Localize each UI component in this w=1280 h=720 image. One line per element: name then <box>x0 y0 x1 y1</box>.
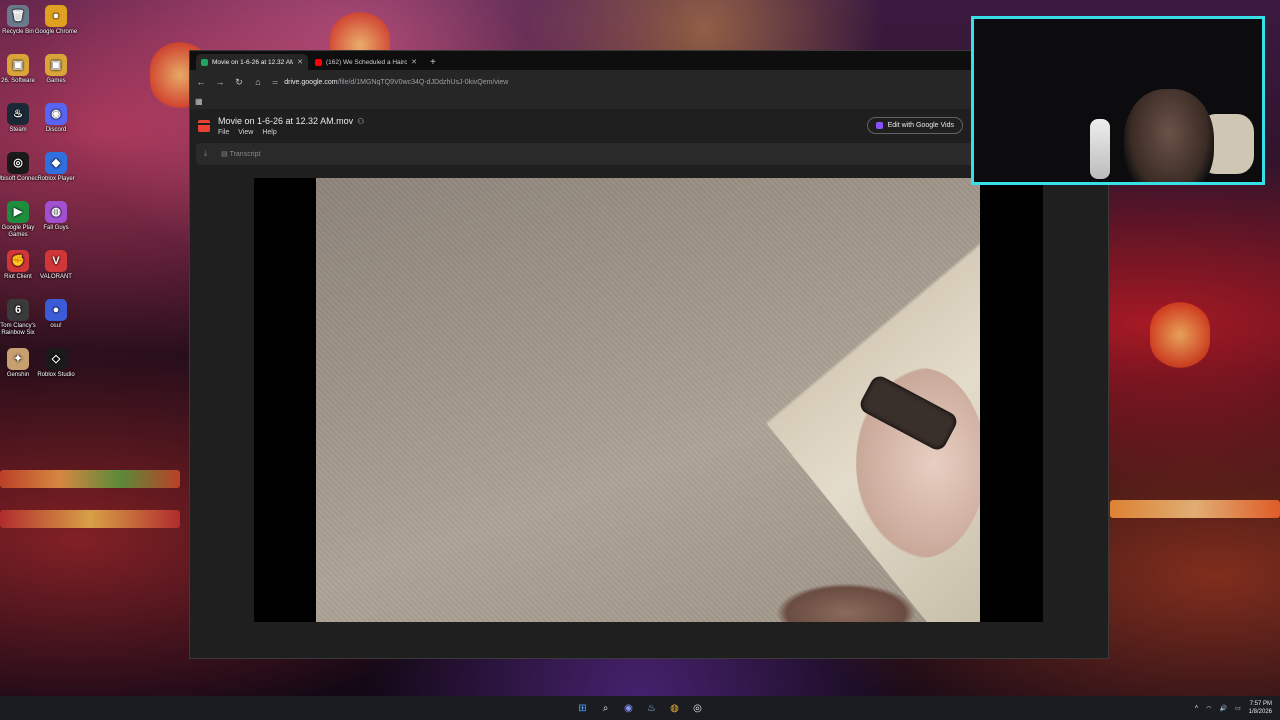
wallpaper-fruit-stand <box>0 510 180 528</box>
steam-icon[interactable]: ♨ <box>645 702 658 715</box>
chrome-icon[interactable]: ◍ <box>668 702 681 715</box>
genshin-icon: ✦ <box>7 348 29 370</box>
webcam-overlay <box>971 16 1265 185</box>
desktop-icon-label: Fall Guys <box>43 225 69 231</box>
site-info-icon[interactable]: ⚌ <box>272 78 278 86</box>
valorant-icon: V <box>45 250 67 272</box>
recycle-bin-icon: 🗑 <box>7 5 29 27</box>
discord-icon: ◉ <box>45 103 67 125</box>
fall-guys-icon: ◍ <box>45 201 67 223</box>
taskbar-apps: ⊞ ⌕ ◉ ♨ ◍ ◎ <box>576 702 704 715</box>
taskbar: ⊞ ⌕ ◉ ♨ ◍ ◎ ˄ ◠ 🔊 ▭ 7:57 PM 1/8/2026 <box>0 696 1280 720</box>
menu-view[interactable]: View <box>238 129 253 136</box>
desktop-icon-roblox-studio[interactable]: ◇ Roblox Studio <box>34 348 78 379</box>
menu-help[interactable]: Help <box>262 129 276 136</box>
steam-icon: ♨ <box>7 103 29 125</box>
desktop-icon-label: Roblox Studio <box>37 372 75 378</box>
streamer <box>1124 89 1214 182</box>
system-tray: ˄ ◠ 🔊 ▭ 7:57 PM 1/8/2026 <box>1195 696 1272 720</box>
file-menu-bar: File View Help <box>218 129 364 136</box>
edit-with-vids-button[interactable]: Edit with Google Vids <box>866 117 963 134</box>
reload-button[interactable]: ↻ <box>234 77 244 88</box>
wallpaper-fruit-stand <box>0 470 180 488</box>
drive-favicon-icon <box>201 58 208 66</box>
tab-drive-movie[interactable]: Movie on 1-6-26 at 12.32 AM.m ✕ <box>196 54 308 70</box>
obs-icon[interactable]: ◎ <box>691 702 704 715</box>
back-button[interactable]: ← <box>196 77 206 87</box>
wallpaper-lights <box>1110 500 1280 518</box>
url-field[interactable]: ⚌ drive.google.com/file/d/1MGNqTQ9V0wc34… <box>272 78 509 87</box>
osu-icon: ● <box>45 299 67 321</box>
google-vids-icon <box>875 122 883 129</box>
new-tab-button[interactable]: + <box>424 57 442 70</box>
google-play-games-icon: ▶ <box>7 201 29 223</box>
download-icon[interactable]: ⤓ <box>204 150 207 158</box>
home-button[interactable]: ⌂ <box>253 77 263 87</box>
url-path: /file/d/1MGNqTQ9V0wc34Q-dJDdzhUsJ-0kivQe… <box>337 78 509 86</box>
tab-title: Movie on 1-6-26 at 12.32 AM.m <box>212 58 293 66</box>
close-icon[interactable]: ✕ <box>297 58 303 66</box>
youtube-favicon-icon <box>315 58 322 66</box>
battery-icon[interactable]: ▭ <box>1235 705 1241 712</box>
tab-youtube[interactable]: (162) We Scheduled a Haircut W ✕ <box>310 54 422 70</box>
file-title: Movie on 1-6-26 at 12.32 AM.mov <box>218 116 354 126</box>
desktop-icon-discord[interactable]: ◉ Discord <box>34 103 78 134</box>
video-file-icon <box>198 120 210 132</box>
start-icon[interactable]: ⊞ <box>576 702 589 715</box>
desktop-icon-roblox-player[interactable]: ◆ Roblox Player <box>34 152 78 183</box>
discord-icon[interactable]: ◉ <box>622 702 635 715</box>
transcript-button[interactable]: ▤ Transcript <box>221 150 260 158</box>
desktop-icon-label: VALORANT <box>40 274 72 280</box>
desktop-icon-valorant[interactable]: V VALORANT <box>34 250 78 281</box>
clock-date: 1/8/2026 <box>1248 709 1272 715</box>
desktop-icon-osu[interactable]: ● osu! <box>34 299 78 330</box>
volume-icon[interactable]: 🔊 <box>1219 705 1226 712</box>
desktop-icon-label: Roblox Player <box>37 176 75 182</box>
edit-with-vids-label: Edit with Google Vids <box>887 122 954 129</box>
wifi-icon[interactable]: ◠ <box>1206 705 1211 712</box>
menu-file[interactable]: File <box>218 129 229 136</box>
desktop-icon-games[interactable]: ▣ Games <box>34 54 78 85</box>
26-software-icon: ▣ <box>7 54 29 76</box>
forward-button[interactable]: → <box>215 77 225 87</box>
close-icon[interactable]: ✕ <box>411 58 417 66</box>
apps-grid-icon[interactable]: ▦ <box>195 97 203 106</box>
roblox-studio-icon: ◇ <box>45 348 67 370</box>
clock[interactable]: 7:57 PM 1/8/2026 <box>1249 700 1272 716</box>
transcript-label: Transcript <box>229 151 261 158</box>
desktop-icon-label: osu! <box>50 323 62 329</box>
hair <box>776 583 916 622</box>
viewer-toolbar: ⤓ ▤ Transcript <box>196 143 976 165</box>
ubisoft-connect-icon: ◎ <box>7 152 29 174</box>
google-chrome-icon: ● <box>45 5 67 27</box>
desktop-icon-label: Games <box>46 78 66 84</box>
tray-chevron-icon[interactable]: ˄ <box>1195 705 1199 711</box>
microphone <box>1090 119 1110 179</box>
tab-title: (162) We Scheduled a Haircut W <box>326 58 408 66</box>
tom-clancy-s-rainbow-six-icon: 6 <box>7 299 29 321</box>
shared-icon: ⚇ <box>357 116 365 126</box>
riot-client-icon: ✊ <box>7 250 29 272</box>
desktop-icon-label: Discord <box>45 127 67 133</box>
desktop-icon-fall-guys[interactable]: ◍ Fall Guys <box>34 201 78 232</box>
clock-time: 7:57 PM <box>1249 701 1272 707</box>
desktop-icon-google-chrome[interactable]: ● Google Chrome <box>34 5 78 36</box>
video-frame[interactable] <box>316 178 980 622</box>
roblox-player-icon: ◆ <box>45 152 67 174</box>
games-icon: ▣ <box>45 54 67 76</box>
url-host: drive.google.com <box>284 78 338 86</box>
wallpaper-lantern <box>1150 300 1210 370</box>
search-icon[interactable]: ⌕ <box>599 702 612 715</box>
desktop-icon-label: Google Chrome <box>34 29 78 35</box>
transcript-icon: ▤ <box>221 151 228 158</box>
